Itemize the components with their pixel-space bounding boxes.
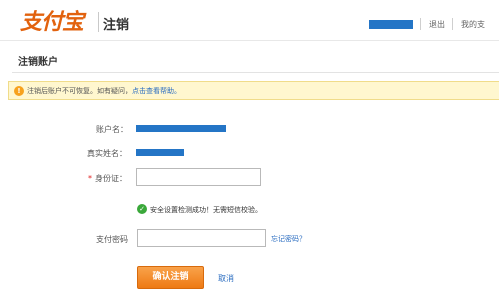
notice-message: 注销后账户不可恢复。如有疑问， (27, 87, 132, 95)
warning-icon: ! (14, 86, 24, 96)
forgot-password-link[interactable]: 忘记密码？ (271, 234, 306, 244)
top-divider (452, 18, 453, 30)
section-title: 注销 (103, 18, 130, 33)
alipay-logo[interactable]: 支付宝 (20, 6, 84, 35)
security-check-text: 安全设置检测成功！无需短信校验。 (150, 206, 262, 214)
logo-divider (98, 12, 99, 32)
pay-password-input[interactable] (137, 229, 266, 247)
header: 支付宝 注销 退出 我的支 (0, 0, 499, 40)
id-number-input[interactable] (136, 168, 261, 186)
top-divider (420, 18, 421, 30)
realname-label: 真实姓名： (87, 149, 127, 158)
pay-password-label: 支付密码 (96, 235, 128, 244)
redacted-real-name (136, 149, 184, 156)
redacted-username (369, 20, 413, 29)
id-label-row: * 身份证： (88, 173, 127, 184)
title-divider (12, 72, 499, 73)
help-link[interactable]: 点击查看帮助。 (132, 87, 181, 95)
notice-bar: ! 注销后账户不可恢复。如有疑问，点击查看帮助。 (8, 81, 499, 100)
notice-text: 注销后账户不可恢复。如有疑问，点击查看帮助。 (27, 86, 181, 96)
page-title: 注销账户 (18, 57, 58, 68)
cancel-link[interactable]: 取消 (218, 273, 234, 284)
logo-text: 支付宝 (20, 9, 84, 35)
check-icon: ✓ (137, 204, 147, 214)
my-account-link[interactable]: 我的支 (461, 19, 485, 30)
required-mark: * (88, 174, 92, 183)
id-label: 身份证： (95, 174, 127, 183)
header-divider (0, 40, 499, 41)
redacted-account-name (136, 125, 226, 132)
logout-link[interactable]: 退出 (429, 19, 445, 30)
account-label: 账户名： (96, 125, 128, 134)
confirm-cancel-account-button[interactable]: 确认注销 (137, 266, 204, 289)
